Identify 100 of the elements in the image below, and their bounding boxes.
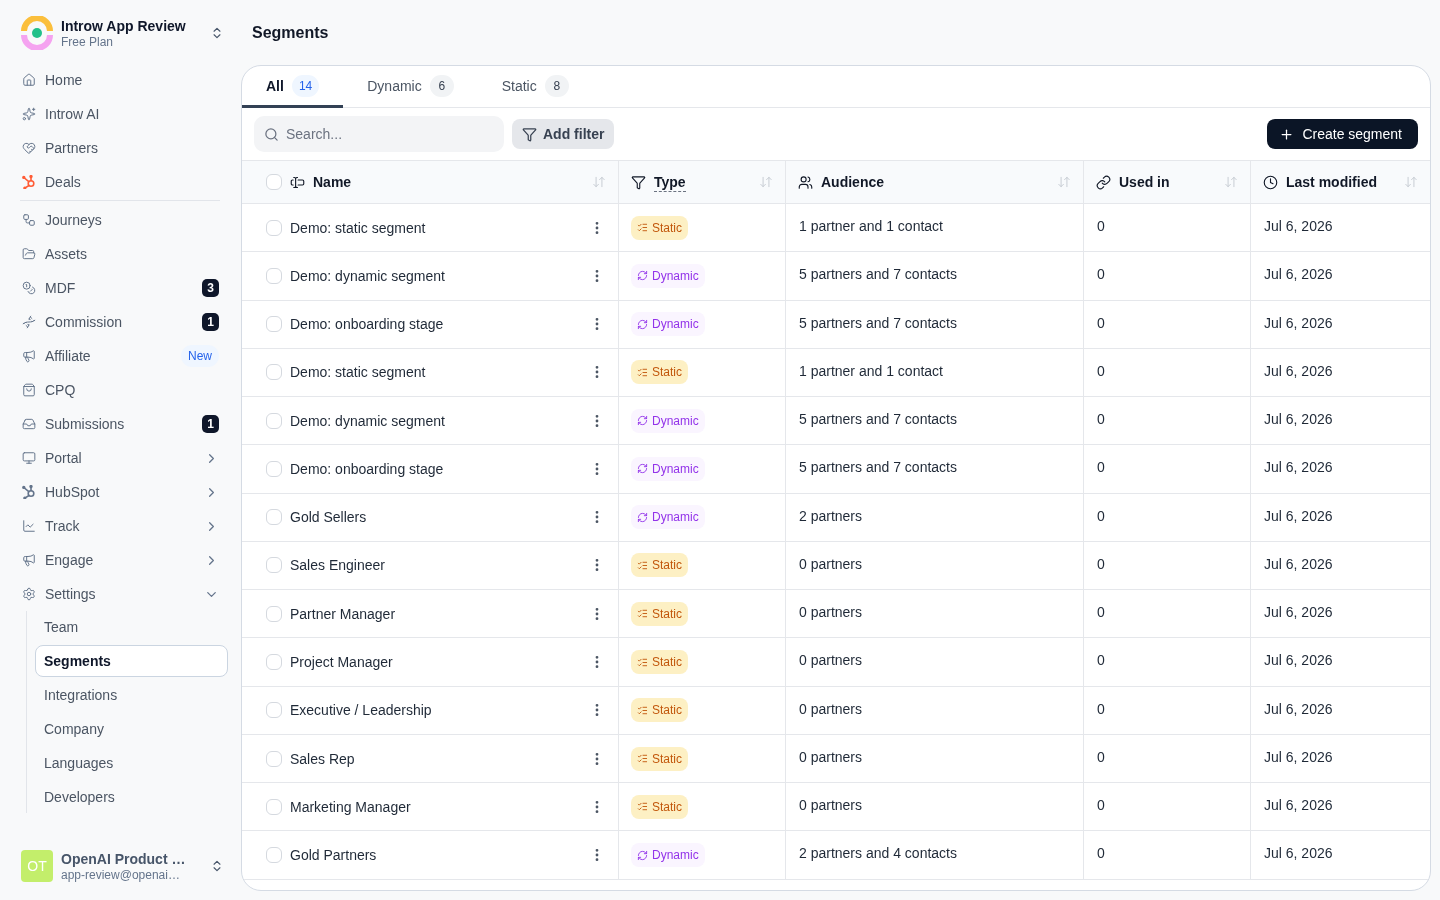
table-cell-text: Jul 6, 2026 xyxy=(1264,458,1333,478)
nav-item[interactable]: MDF 3 xyxy=(12,271,228,305)
table-cell-text: 0 partners xyxy=(799,699,863,719)
workflow-icon xyxy=(22,213,36,227)
table-cell-text: 0 xyxy=(1097,554,1105,574)
table-cell-text: 0 partners xyxy=(799,651,863,671)
sprocket-icon xyxy=(22,175,36,189)
table-cell-text: 0 xyxy=(1097,458,1105,478)
checkbox[interactable] xyxy=(266,219,282,236)
checkbox[interactable] xyxy=(266,316,282,333)
count-badge: 3 xyxy=(202,279,219,297)
table-cell-text: 0 xyxy=(1097,747,1105,767)
sort-icon[interactable] xyxy=(592,175,606,189)
checkbox[interactable] xyxy=(266,460,282,477)
nav-item[interactable]: Deals xyxy=(12,165,228,199)
list-checks-icon xyxy=(637,656,648,668)
segment-name: Project Manager xyxy=(290,653,394,672)
megaphone-icon xyxy=(22,349,36,363)
megaphone-icon xyxy=(22,553,36,567)
table-cell-text: Jul 6, 2026 xyxy=(1264,796,1333,816)
table-cell-text: 2 partners xyxy=(799,506,863,526)
checkbox[interactable] xyxy=(266,605,282,622)
sort-icon[interactable] xyxy=(1057,175,1071,189)
checkbox[interactable] xyxy=(266,750,282,767)
nav-item[interactable]: Assets xyxy=(12,237,228,271)
add-filter-button[interactable]: Add filter xyxy=(512,119,615,149)
table-cell-text: 0 xyxy=(1097,651,1105,671)
table-cell-text: 5 partners and 7 contacts xyxy=(799,410,957,430)
type-tag: Static xyxy=(631,794,688,819)
type-tag: Dynamic xyxy=(631,843,705,868)
list-checks-icon xyxy=(637,608,648,620)
checkbox[interactable] xyxy=(266,557,282,574)
search-field[interactable]: Search... xyxy=(254,116,504,152)
nav-subitem[interactable]: Segments xyxy=(35,645,228,677)
nav-subitem[interactable]: Developers xyxy=(35,781,228,813)
checkbox[interactable] xyxy=(266,412,282,429)
refresh-icon xyxy=(637,318,648,330)
nav-item[interactable]: Settings xyxy=(12,577,228,611)
nav-subitem[interactable]: Integrations xyxy=(35,679,228,711)
nav-item[interactable]: Portal xyxy=(12,441,228,475)
table-cell-text: 0 xyxy=(1097,844,1105,864)
nav-subitem[interactable]: Languages xyxy=(35,747,228,779)
list-checks-icon xyxy=(637,753,648,765)
table-cell-text: Jul 6, 2026 xyxy=(1264,506,1333,526)
create-segment-button[interactable]: Create segment xyxy=(1267,119,1418,149)
count-badge: 6 xyxy=(429,74,454,97)
nav-item[interactable]: Journeys xyxy=(12,203,228,237)
nav-item[interactable]: CPQ xyxy=(12,373,228,407)
checkbox[interactable] xyxy=(266,654,282,670)
heart-handshake-icon xyxy=(22,141,36,155)
checkbox[interactable] xyxy=(266,267,282,284)
nav-item[interactable]: Affiliate New xyxy=(12,339,228,373)
table-cell-text: Jul 6, 2026 xyxy=(1264,361,1333,381)
account-switcher[interactable]: OT OpenAI Product … app-review@openai… xyxy=(12,846,228,886)
table-cell-text: Jul 6, 2026 xyxy=(1264,603,1333,623)
nav-item[interactable]: Engage xyxy=(12,543,228,577)
table-cell-text: Jul 6, 2026 xyxy=(1264,554,1333,574)
segment-name: Partner Manager xyxy=(290,604,397,624)
sort-icon[interactable] xyxy=(759,175,773,189)
workspace-switcher[interactable]: Introw App Review Free Plan xyxy=(12,14,228,52)
table-cell-text: 0 xyxy=(1097,699,1105,719)
table-cell-text: Jul 6, 2026 xyxy=(1264,217,1333,236)
checkbox[interactable] xyxy=(266,702,282,719)
segment-name: Demo: onboarding stage xyxy=(290,315,445,335)
nav-subitem[interactable]: Team xyxy=(35,611,228,643)
tab[interactable]: Dynamic 6 xyxy=(343,66,478,108)
type-tag: Dynamic xyxy=(631,456,705,481)
nav-item[interactable]: Partners xyxy=(12,131,228,165)
nav-item[interactable]: Introw AI xyxy=(12,97,228,131)
nav-subitem[interactable]: Company xyxy=(35,713,228,745)
segment-name: Sales Engineer xyxy=(290,556,386,576)
type-tag: Dynamic xyxy=(631,263,705,288)
table-cell-text: 1 partner and 1 contact xyxy=(799,217,943,236)
checkbox[interactable] xyxy=(266,174,282,190)
link-icon xyxy=(1096,174,1111,190)
type-tag: Static xyxy=(631,698,688,723)
nav-item[interactable]: Submissions 1 xyxy=(12,407,228,441)
list-checks-icon xyxy=(637,801,648,813)
checkbox[interactable] xyxy=(266,798,282,815)
tab[interactable]: Static 8 xyxy=(477,66,593,108)
checkbox[interactable] xyxy=(266,509,282,526)
column-header: Name xyxy=(313,172,352,192)
nav-item[interactable]: HubSpot xyxy=(12,475,228,509)
type-tag: Static xyxy=(631,553,688,578)
inbox-icon xyxy=(22,417,36,431)
table-cell-text: 0 partners xyxy=(799,796,863,816)
nav-item[interactable]: Home xyxy=(12,63,228,97)
sort-icon[interactable] xyxy=(1224,175,1238,189)
nav-item[interactable]: Commission 1 xyxy=(12,305,228,339)
tab[interactable]: All 14 xyxy=(242,66,344,108)
checkbox[interactable] xyxy=(266,364,282,381)
new-tag: New xyxy=(181,345,219,367)
segment-name: Demo: dynamic segment xyxy=(290,266,446,286)
sort-icon[interactable] xyxy=(1404,175,1418,189)
filter-icon xyxy=(522,126,537,142)
count-badge: 1 xyxy=(202,415,219,433)
nav-item[interactable]: Track xyxy=(12,509,228,543)
type-tag: Static xyxy=(631,746,688,771)
segment-name: Demo: onboarding stage xyxy=(290,459,445,479)
checkbox[interactable] xyxy=(266,847,282,864)
